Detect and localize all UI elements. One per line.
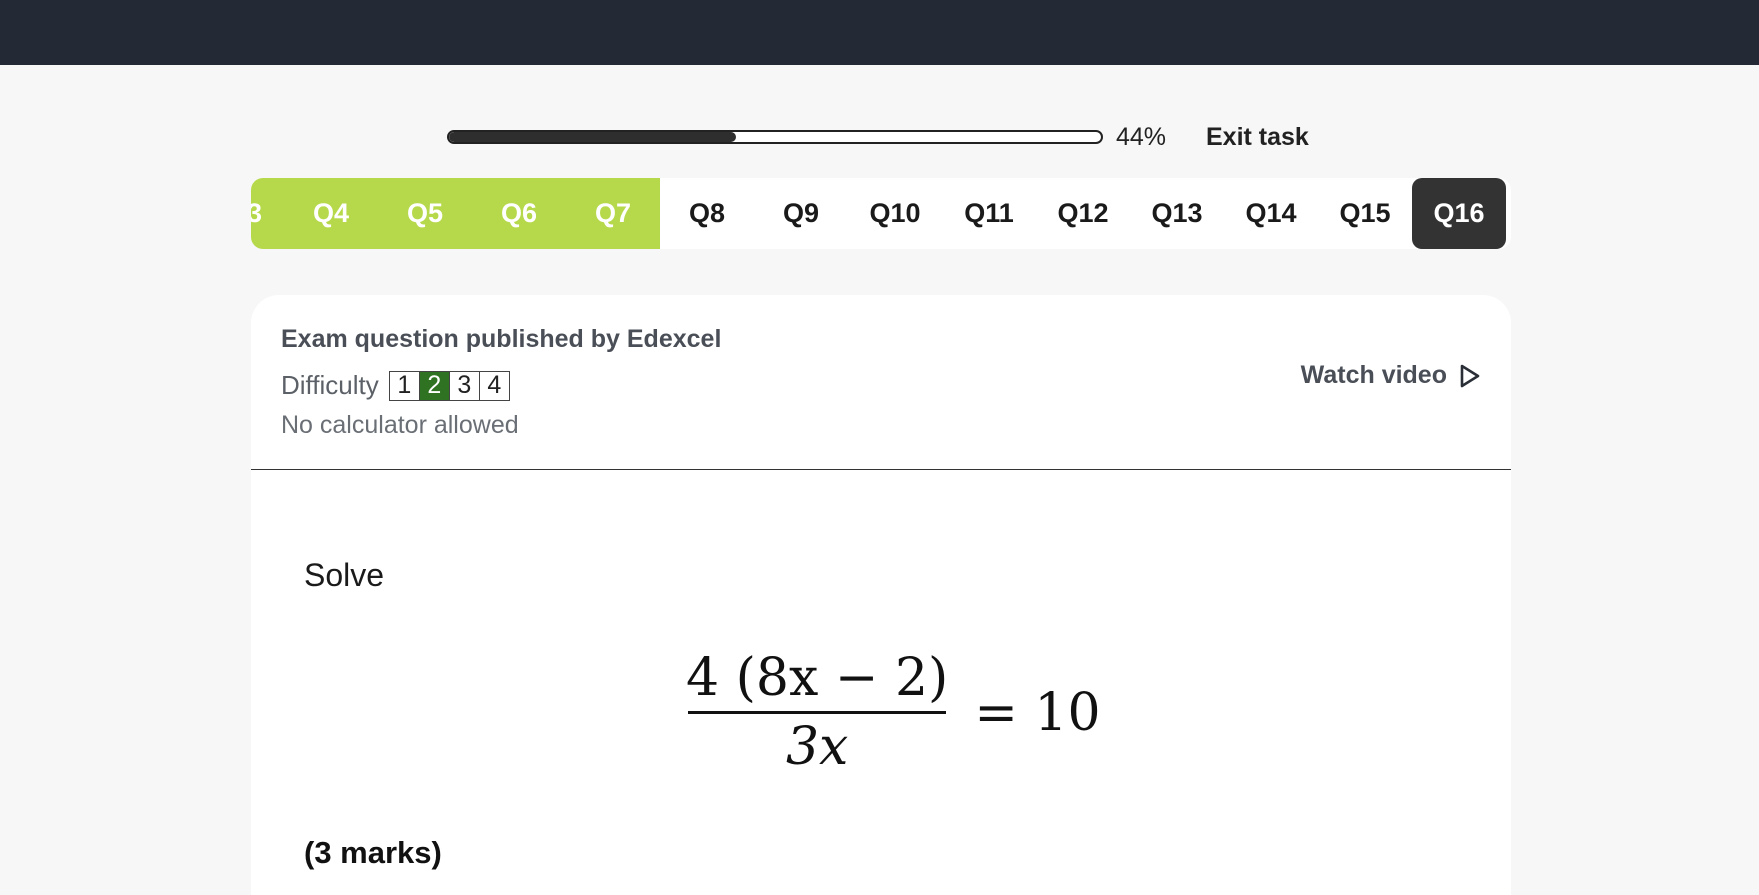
tab-q6[interactable]: Q6 <box>472 178 566 249</box>
tab-q15[interactable]: Q15 <box>1318 178 1412 249</box>
calculator-note: No calculator allowed <box>281 411 519 439</box>
progress-fill <box>449 132 736 142</box>
question-instruction: Solve <box>304 557 385 593</box>
equation-rhs: = 10 <box>974 682 1101 743</box>
top-bar <box>0 0 1759 65</box>
difficulty-level-4: 4 <box>487 371 502 399</box>
tab-q8[interactable]: Q8 <box>660 178 754 249</box>
difficulty-level-1: 1 <box>390 371 420 400</box>
question-header: Exam question published by Edexcel Diffi… <box>251 295 1511 470</box>
numerator: 4 (8x − 2) <box>686 648 949 708</box>
denominator: 3x <box>785 717 849 777</box>
fraction: 4 (8x − 2) 3x <box>684 645 950 780</box>
tab-q3[interactable]: Q3 <box>251 178 284 249</box>
tab-q12[interactable]: Q12 <box>1036 178 1130 249</box>
tab-q14[interactable]: Q14 <box>1224 178 1318 249</box>
tab-q5[interactable]: Q5 <box>378 178 472 249</box>
exit-task-button[interactable]: Exit task <box>1206 123 1309 152</box>
question-card: Exam question published by Edexcel Diffi… <box>251 295 1511 895</box>
progress-bar <box>447 130 1103 144</box>
tab-q13[interactable]: Q13 <box>1130 178 1224 249</box>
difficulty-scale: 1 2 3 4 <box>388 370 510 401</box>
tab-q4[interactable]: Q4 <box>284 178 378 249</box>
play-icon <box>1460 364 1480 387</box>
progress-row: 44% Exit task <box>447 120 1309 154</box>
question-nav: Q3 Q4 Q5 Q6 Q7 Q8 Q9 Q10 Q11 Q12 Q13 Q14… <box>251 178 1511 249</box>
tab-q7[interactable]: Q7 <box>566 178 660 249</box>
watch-video-label: Watch video <box>1300 361 1447 389</box>
equation: 4 (8x − 2) 3x = 10 <box>684 645 1101 780</box>
watch-video-button[interactable]: Watch video <box>1301 361 1481 390</box>
tab-q10[interactable]: Q10 <box>848 178 942 249</box>
difficulty-label: Difficulty <box>281 370 379 400</box>
tab-q11[interactable]: Q11 <box>942 178 1036 249</box>
marks-label: (3 marks) <box>304 835 442 870</box>
difficulty-level-3: 3 <box>450 371 480 400</box>
publisher-label: Exam question published by Edexcel <box>281 325 722 353</box>
progress-percent: 44% <box>1116 122 1167 151</box>
tab-q9[interactable]: Q9 <box>754 178 848 249</box>
difficulty-row: Difficulty 1 2 3 4 <box>281 370 510 401</box>
tab-q16[interactable]: Q16 <box>1412 178 1506 249</box>
difficulty-level-2: 2 <box>419 371 450 400</box>
